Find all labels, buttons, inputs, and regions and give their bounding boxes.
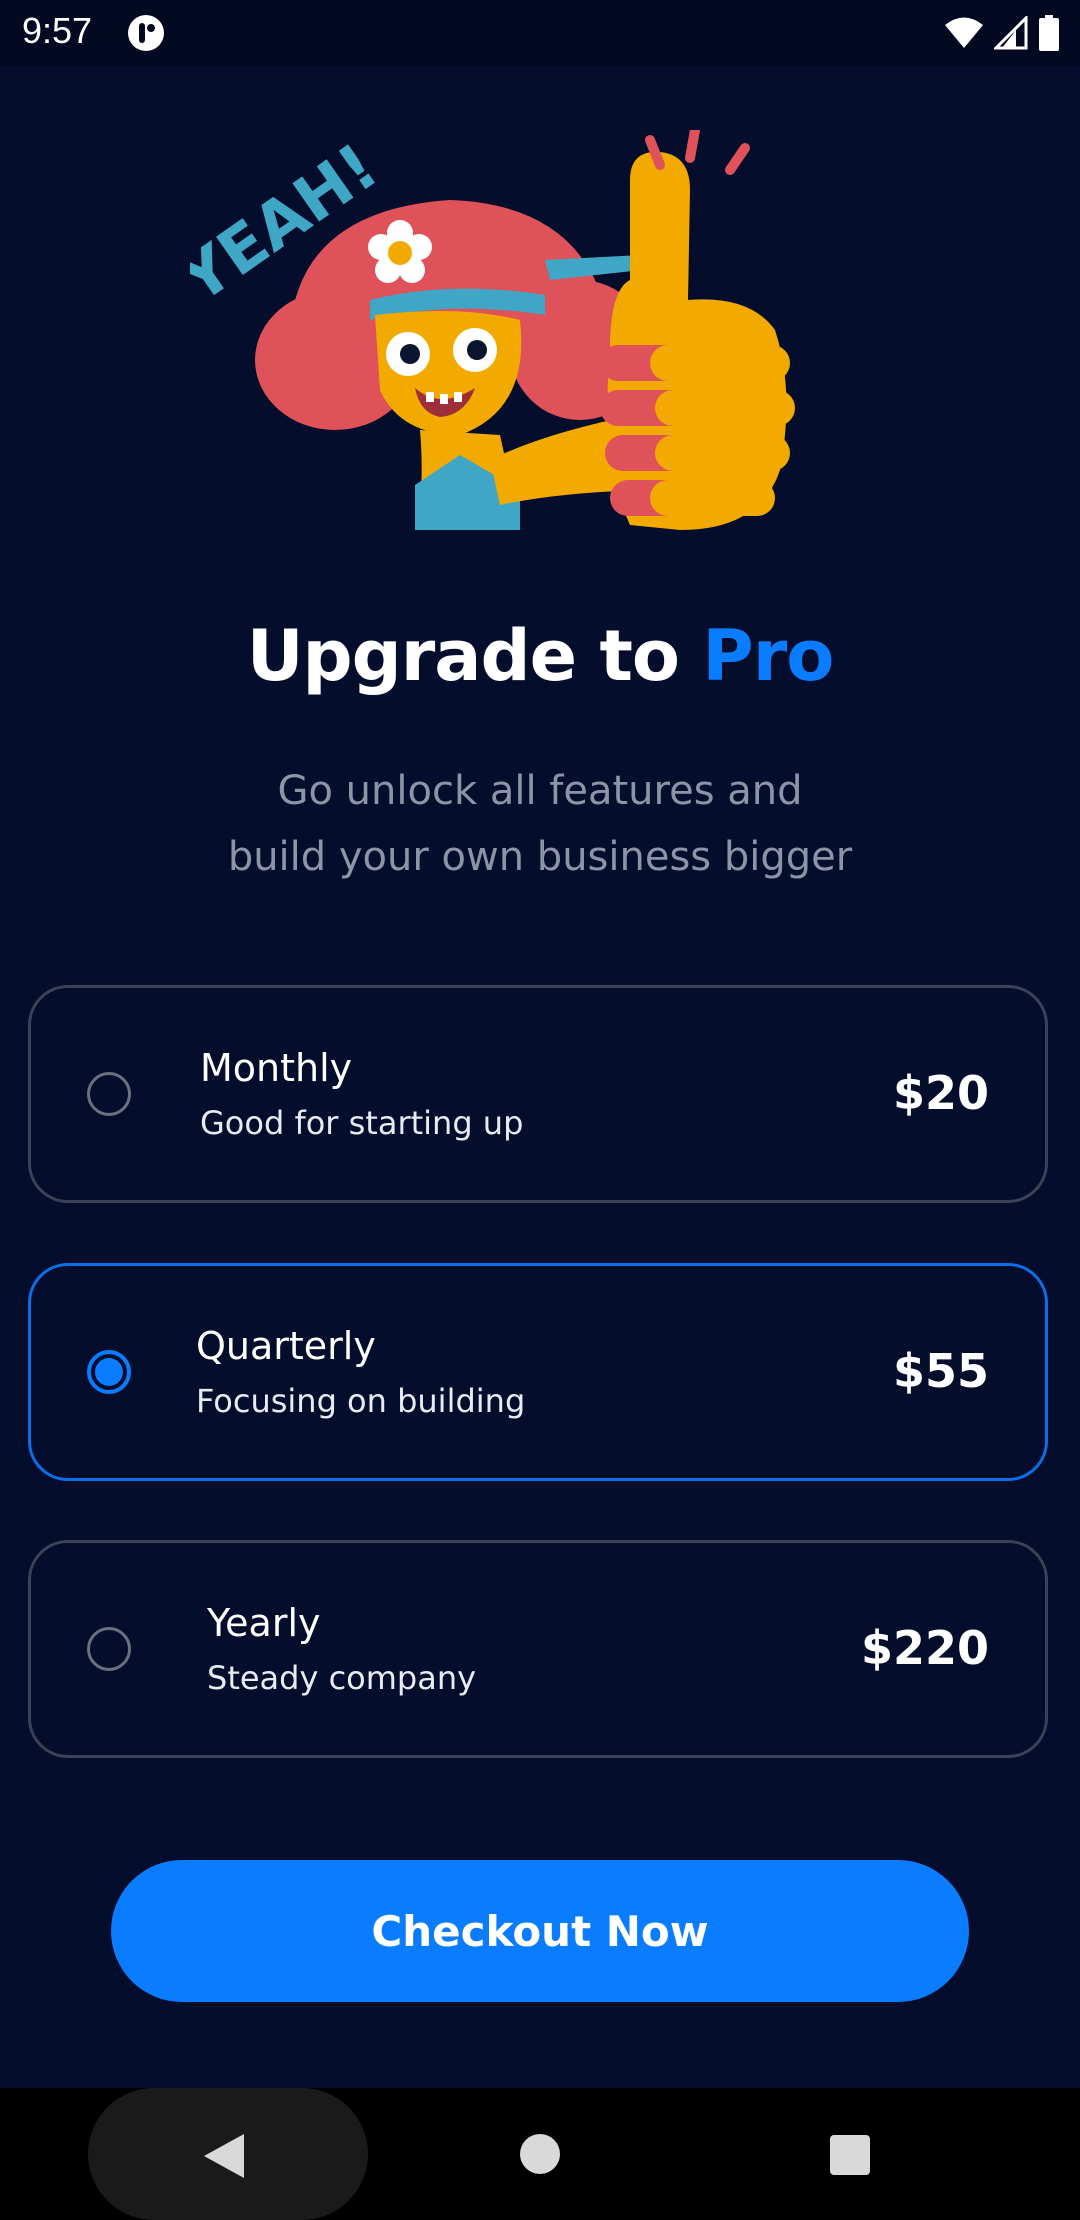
subtitle-line-1: Go unlock all features and [277, 768, 803, 814]
plan-card-quarterly[interactable]: Quarterly Focusing on building $55 [28, 1263, 1048, 1481]
checkout-button[interactable]: Checkout Now [111, 1860, 969, 2002]
title-prefix: Upgrade to [246, 615, 703, 697]
wifi-icon [945, 17, 983, 48]
battery-icon [1039, 15, 1059, 51]
hero-illustration: YEAH! [190, 130, 795, 530]
page-subtitle: Go unlock all features and build your ow… [140, 758, 940, 890]
plan-description: Focusing on building [196, 1382, 526, 1420]
plan-radio-quarterly[interactable] [87, 1350, 131, 1394]
plan-card-monthly[interactable]: Monthly Good for starting up $20 [28, 985, 1048, 1203]
recents-icon[interactable] [829, 2134, 871, 2176]
plan-name: Quarterly [196, 1324, 376, 1368]
app-notification-icon [128, 15, 164, 51]
subtitle-line-2: build your own business bigger [227, 834, 853, 880]
home-icon[interactable] [519, 2133, 561, 2175]
status-icons [944, 14, 1060, 52]
plan-card-yearly[interactable]: Yearly Steady company $220 [28, 1540, 1048, 1758]
plan-description: Good for starting up [200, 1104, 524, 1142]
plan-radio-monthly[interactable] [87, 1072, 131, 1116]
plan-name: Monthly [200, 1046, 353, 1090]
plan-radio-yearly[interactable] [87, 1627, 131, 1671]
plan-price: $55 [892, 1344, 989, 1398]
plan-description: Steady company [207, 1659, 477, 1697]
plan-name: Yearly [207, 1601, 321, 1645]
plan-price: $20 [892, 1066, 989, 1120]
back-icon[interactable] [202, 2132, 246, 2180]
upgrade-screen: 9:57 YEAH! Upgrade to Pro Go unlock all … [0, 0, 1080, 2220]
title-accent: Pro [702, 615, 834, 697]
navigation-bar [0, 2088, 1080, 2220]
status-bar: 9:57 [0, 0, 1080, 66]
plan-price: $220 [860, 1621, 989, 1675]
status-time: 9:57 [22, 10, 93, 51]
signal-icon [994, 16, 1028, 50]
page-title: Upgrade to Pro [0, 615, 1080, 697]
